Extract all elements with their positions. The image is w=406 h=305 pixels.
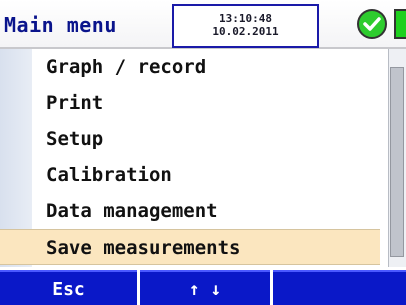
device-screen: Main menu 13:10:48 10.02.2011 Graph / re… <box>0 0 406 305</box>
clock-box: 13:10:48 10.02.2011 <box>172 4 319 48</box>
header-bar: Main menu 13:10:48 10.02.2011 <box>0 0 406 49</box>
battery-icon <box>394 9 406 39</box>
check-circle-icon <box>357 9 387 39</box>
menu-item-print[interactable]: Print <box>0 85 380 121</box>
esc-softkey[interactable]: Esc <box>0 270 137 305</box>
page-title: Main menu <box>4 13 117 37</box>
menu-item-data-management[interactable]: Data management <box>0 193 380 229</box>
menu-item-calibration[interactable]: Calibration <box>0 157 380 193</box>
navigate-softkey[interactable]: ↑ ↓ <box>140 270 270 305</box>
scrollbar[interactable] <box>388 49 406 267</box>
clock-date: 10.02.2011 <box>212 25 279 38</box>
menu-item-graph-record[interactable]: Graph / record <box>0 49 380 85</box>
softkey-bar: Esc ↑ ↓ <box>0 270 406 305</box>
clock-time: 13:10:48 <box>219 12 272 25</box>
menu-item-save-measurements[interactable]: Save measurements <box>0 229 380 265</box>
blank-softkey[interactable] <box>273 270 406 305</box>
menu-item-setup[interactable]: Setup <box>0 121 380 157</box>
main-menu-list: Graph / record Print Setup Calibration D… <box>0 49 388 267</box>
scrollbar-thumb[interactable] <box>390 67 404 257</box>
